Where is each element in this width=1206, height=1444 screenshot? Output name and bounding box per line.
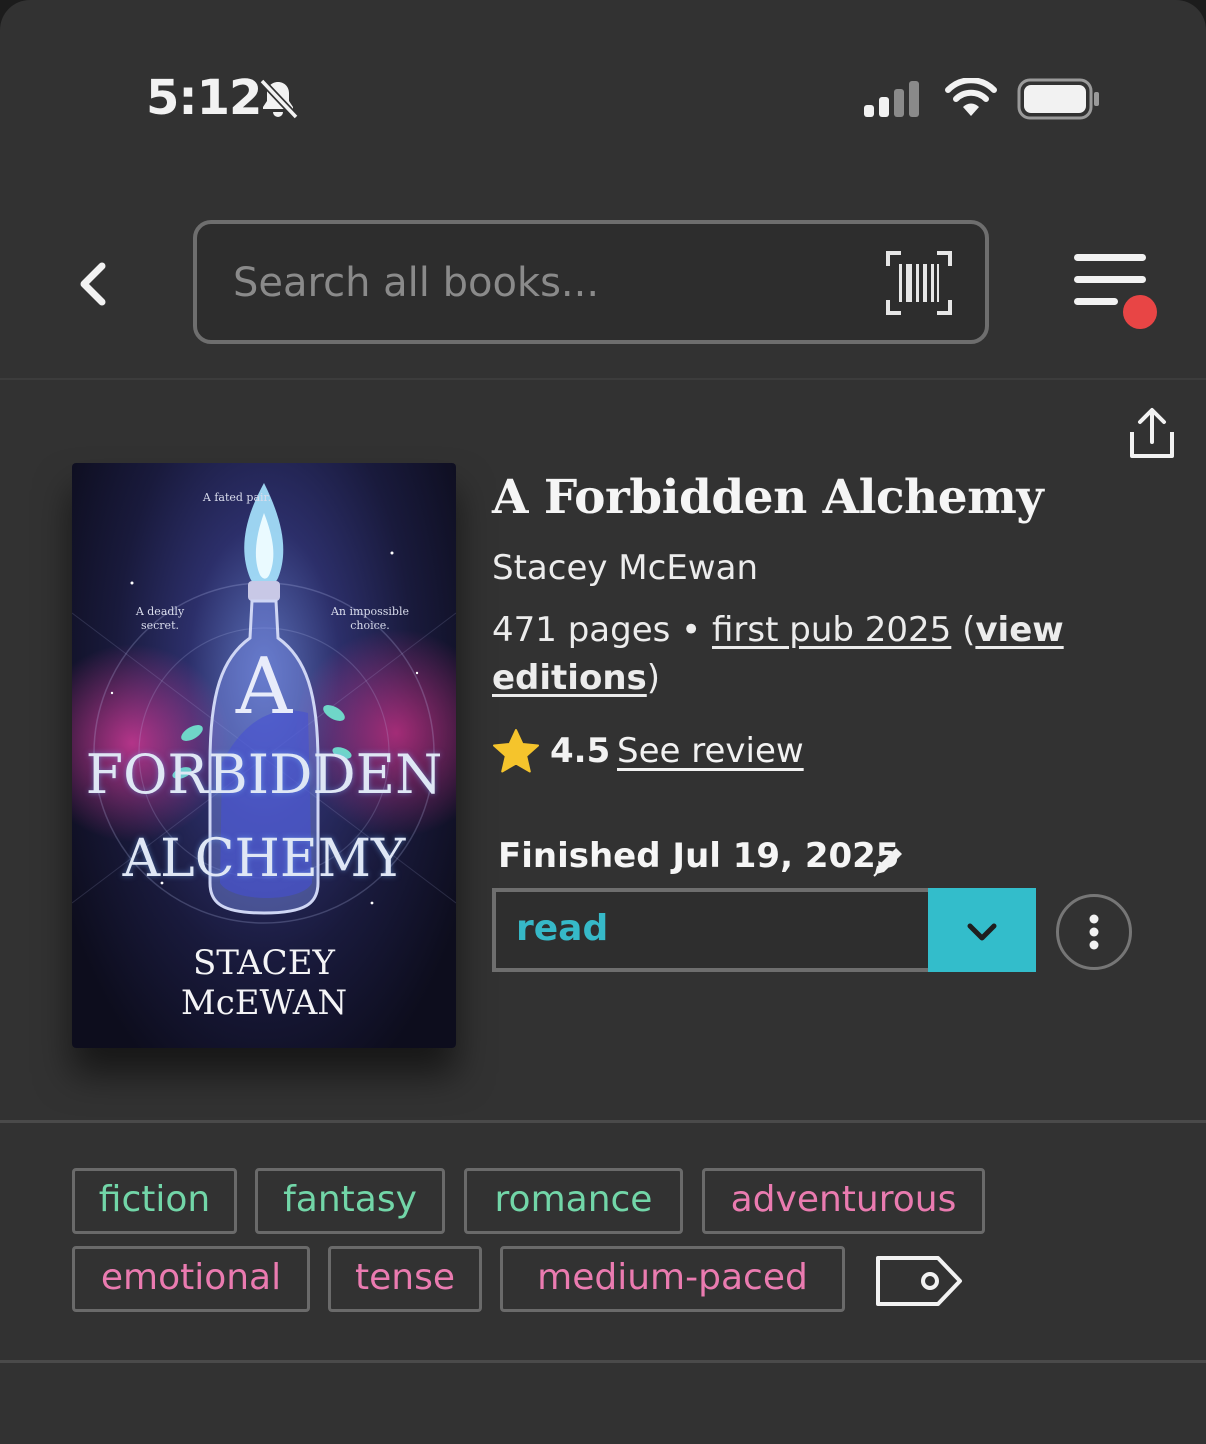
share-icon[interactable] xyxy=(1124,406,1180,462)
book-author[interactable]: Stacey McEwan xyxy=(492,548,758,588)
tag-fantasy[interactable]: fantasy xyxy=(255,1168,445,1234)
book-meta: 471 pages • first pub 2025 (view edition… xyxy=(492,610,1064,698)
status-time: 5:12 xyxy=(146,70,262,126)
first-pub-link[interactable]: first pub 2025 xyxy=(712,610,951,650)
chevron-down-icon xyxy=(967,923,997,941)
cover-tagline-right: An impossible choice. xyxy=(330,605,409,632)
tag-medium-paced[interactable]: medium-paced xyxy=(500,1246,845,1312)
more-options-button[interactable] xyxy=(1056,894,1132,970)
cover-title-line2: ALCHEMY xyxy=(122,829,406,889)
rating-value: 4.5 xyxy=(550,731,611,771)
cellular-signal-icon xyxy=(864,81,919,117)
tag-emotional[interactable]: emotional xyxy=(72,1246,310,1312)
notification-dot xyxy=(1123,295,1157,329)
finished-date: Finished Jul 19, 2025 xyxy=(498,836,900,876)
back-icon[interactable] xyxy=(70,254,118,314)
book-cover[interactable]: A A fated pair. A deadly secret. An impo… xyxy=(72,463,456,1048)
tag-icon[interactable] xyxy=(874,1252,964,1310)
star-icon xyxy=(493,729,539,773)
cover-title-line1: FORBIDDEN xyxy=(85,743,443,806)
book-detail-screen: 5:12 Search all books... A A fated pair.… xyxy=(0,0,1206,1444)
cover-tagline-left: A deadly secret. xyxy=(135,605,185,632)
status-dropdown-button[interactable] xyxy=(928,888,1036,972)
battery-icon xyxy=(1017,78,1099,120)
tag-tense[interactable]: tense xyxy=(328,1246,482,1312)
search-bar xyxy=(193,220,989,344)
pencil-icon[interactable] xyxy=(870,842,908,880)
reading-status-select[interactable]: read xyxy=(492,888,928,972)
header-divider xyxy=(0,378,1206,380)
barcode-scan-icon[interactable] xyxy=(885,250,953,316)
section-divider xyxy=(0,1120,1206,1123)
reading-status-value: read xyxy=(516,908,609,949)
search-input[interactable] xyxy=(233,250,853,316)
cover-author-line2: McEWAN xyxy=(180,983,348,1023)
tag-romance[interactable]: romance xyxy=(464,1168,683,1234)
wifi-icon xyxy=(945,78,997,116)
book-title: A Forbidden Alchemy xyxy=(492,470,1044,525)
menu-icon[interactable] xyxy=(1070,250,1162,332)
svg-text:A: A xyxy=(235,642,294,732)
cover-tagline-top: A fated pair. xyxy=(202,491,272,504)
bell-off-icon xyxy=(259,78,299,120)
tag-fiction[interactable]: fiction xyxy=(72,1168,237,1234)
cover-author-line1: STACEY xyxy=(193,943,335,983)
tag-adventurous[interactable]: adventurous xyxy=(702,1168,985,1234)
see-review-link[interactable]: See review xyxy=(617,731,804,771)
more-vertical-icon xyxy=(1089,914,1099,950)
bottom-divider xyxy=(0,1360,1206,1363)
page-count: 471 pages xyxy=(492,610,671,650)
